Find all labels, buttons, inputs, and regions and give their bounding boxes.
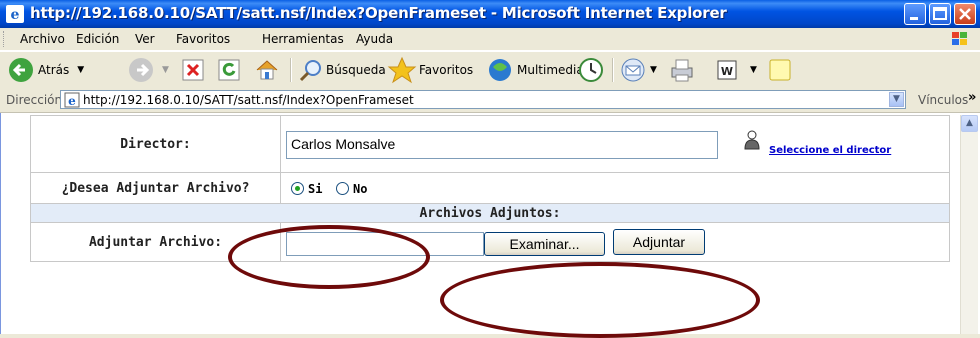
stop-icon [182, 59, 204, 81]
windows-logo-icon [952, 32, 967, 45]
back-dropdown-icon[interactable]: ▼ [77, 65, 84, 75]
menu-bar: Archivo Edición Ver Favoritos Herramient… [0, 28, 980, 51]
menu-ayuda[interactable]: Ayuda [356, 32, 393, 46]
edit-button[interactable]: W ▼ [716, 56, 757, 84]
svg-text:W: W [721, 65, 733, 78]
attach-question-label: ¿Desea Adjuntar Archivo? [31, 173, 281, 203]
highlight-ellipse-buttons [440, 262, 760, 338]
search-button[interactable]: Búsqueda [298, 56, 386, 84]
printer-icon [671, 59, 693, 82]
edit-dropdown-icon[interactable]: ▼ [750, 65, 757, 75]
back-arrow-icon [9, 58, 33, 82]
director-row: Director: Carlos Monsalve Seleccione el … [30, 115, 950, 173]
links-chevron-icon[interactable]: » [968, 90, 976, 105]
attached-files-header: Archivos Adjuntos: [419, 206, 561, 221]
forward-dropdown-icon[interactable]: ▼ [162, 65, 169, 75]
back-label: Atrás [38, 63, 70, 77]
minimize-button[interactable] [904, 3, 926, 25]
refresh-button[interactable] [218, 56, 240, 84]
home-icon [256, 60, 278, 80]
media-button[interactable]: Multimedia [487, 56, 584, 84]
note-icon [769, 59, 791, 81]
address-url[interactable]: http://192.168.0.10/SATT/satt.nsf/Index?… [83, 93, 414, 107]
toolbar-separator [612, 58, 614, 82]
internet-explorer-icon: e [6, 5, 24, 23]
scroll-up-icon[interactable]: ▲ [961, 115, 978, 132]
home-button[interactable] [254, 56, 280, 84]
menu-herramientas[interactable]: Herramientas [262, 32, 344, 46]
mail-button[interactable]: ▼ [620, 56, 657, 84]
close-button[interactable] [954, 3, 976, 25]
favorites-label: Favoritos [419, 63, 474, 77]
standard-toolbar: Atrás ▼ ▼ Búsqueda Favoritos Multimedia … [0, 51, 980, 89]
address-bar: Dirección e http://192.168.0.10/SATT/sat… [0, 88, 980, 113]
minimize-icon [910, 17, 918, 20]
back-button[interactable]: Atrás ▼ [8, 56, 84, 84]
browse-button[interactable]: Examinar... [484, 232, 605, 256]
attached-files-header-row: Archivos Adjuntos: [30, 203, 950, 223]
history-icon [579, 58, 603, 82]
print-button[interactable] [668, 56, 696, 84]
window-titlebar: e http://192.168.0.10/SATT/satt.nsf/Inde… [0, 0, 980, 28]
forward-arrow-icon [129, 58, 153, 82]
menu-favoritos[interactable]: Favoritos [176, 32, 230, 46]
links-label[interactable]: Vínculos [918, 93, 968, 107]
toolbar-separator [290, 58, 292, 82]
menu-archivo[interactable]: Archivo [20, 32, 65, 46]
director-input[interactable]: Carlos Monsalve [286, 131, 718, 159]
person-icon[interactable] [744, 130, 760, 150]
favorites-button[interactable]: Favoritos [387, 56, 473, 84]
page-icon: e [64, 92, 80, 108]
window-title: http://192.168.0.10/SATT/satt.nsf/Index?… [30, 4, 727, 22]
stop-button[interactable] [182, 56, 204, 84]
media-label: Multimedia [517, 63, 584, 77]
forward-button[interactable]: ▼ [128, 56, 169, 84]
attach-question-row: ¿Desea Adjuntar Archivo? Si No [30, 172, 950, 204]
maximize-icon [933, 7, 947, 20]
menu-grip[interactable] [3, 31, 7, 47]
highlight-ellipse-radio [228, 225, 430, 289]
mail-dropdown-icon[interactable]: ▼ [650, 65, 657, 75]
attach-file-row: Adjuntar Archivo: Examinar... Adjuntar [30, 222, 950, 262]
radio-no-label: No [353, 182, 368, 196]
address-label: Dirección [6, 93, 63, 107]
address-input[interactable]: e http://192.168.0.10/SATT/satt.nsf/Inde… [60, 90, 906, 109]
menu-ver[interactable]: Ver [135, 32, 155, 46]
search-label: Búsqueda [326, 63, 386, 77]
radio-si[interactable] [291, 182, 304, 195]
select-director-link[interactable]: Seleccione el director [769, 145, 891, 156]
director-label: Director: [31, 116, 281, 172]
vertical-scrollbar[interactable]: ▲ [960, 115, 978, 334]
maximize-button[interactable] [929, 3, 951, 25]
svg-text:e: e [68, 94, 76, 108]
messenger-button[interactable] [768, 56, 792, 84]
star-icon [387, 56, 417, 84]
address-dropdown-icon[interactable]: ▼ [889, 92, 904, 107]
radio-si-label: Si [308, 182, 323, 196]
search-icon [299, 60, 321, 82]
attach-button[interactable]: Adjuntar [613, 229, 705, 255]
media-icon [489, 59, 511, 81]
refresh-icon [218, 59, 240, 81]
radio-no[interactable] [336, 182, 349, 195]
svg-text:e: e [11, 7, 20, 23]
menu-edicion[interactable]: Edición [76, 32, 119, 46]
history-button[interactable] [578, 56, 604, 84]
mail-icon [621, 58, 645, 82]
close-icon [959, 8, 971, 20]
word-edit-icon: W [717, 60, 737, 80]
